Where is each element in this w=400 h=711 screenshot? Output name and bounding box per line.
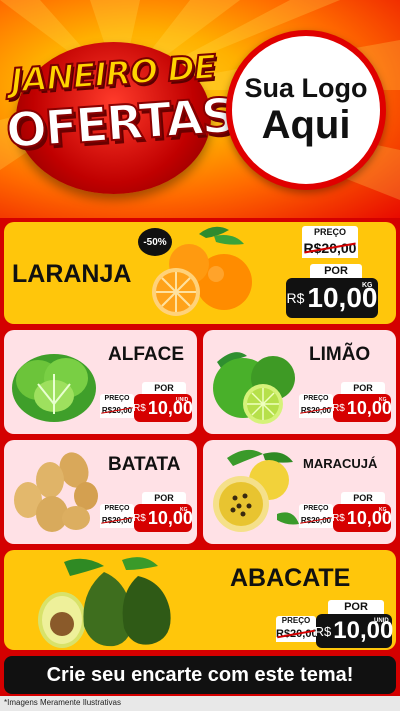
- preco-label: PREÇO: [276, 616, 316, 626]
- discount-badge: -50%: [138, 228, 172, 256]
- product-name: ALFACE: [108, 344, 184, 365]
- por-label: POR: [328, 600, 384, 614]
- product-card-limao[interactable]: LIMÃO PREÇO R$20,00 POR R$ 10,00 KG: [203, 330, 396, 434]
- currency: R$: [133, 512, 146, 524]
- preco-label: PREÇO: [299, 504, 333, 514]
- currency: R$: [332, 402, 345, 414]
- product-card-laranja[interactable]: LARANJA PREÇO R$20,00 POR R$ 10,00 KG: [4, 222, 396, 324]
- currency: R$: [332, 512, 345, 524]
- header-banner: JANEIRO DE OFERTAS Sua Logo Aqui: [0, 0, 400, 218]
- lime-image: [213, 352, 295, 424]
- lettuce-image: [12, 354, 96, 422]
- price-tag: PREÇO R$20,00 POR R$ 10,00 UNID: [100, 382, 194, 432]
- preco-label: PREÇO: [100, 504, 134, 514]
- product-name: ABACATE: [230, 564, 351, 592]
- potato-image: [14, 452, 98, 532]
- unit-label: KG: [379, 397, 387, 403]
- por-label: POR: [341, 382, 385, 394]
- unit-label: KG: [180, 507, 188, 513]
- logo-placeholder[interactable]: Sua Logo Aqui: [226, 30, 386, 190]
- price-tag: PREÇO R$20,00 POR R$ 10,00 KG: [280, 226, 392, 320]
- currency: R$: [133, 402, 146, 414]
- por-label: POR: [341, 492, 385, 504]
- title-badge: JANEIRO DE OFERTAS: [3, 36, 237, 196]
- logo-text-line2: Aqui: [261, 102, 351, 147]
- unit-label: UNID: [176, 397, 189, 403]
- preco-label: PREÇO: [302, 226, 358, 238]
- por-label: POR: [310, 264, 362, 278]
- product-card-alface[interactable]: ALFACE PREÇO R$20,00 POR R$ 10,00 UNID: [4, 330, 197, 434]
- product-name: BATATA: [108, 454, 181, 475]
- currency: R$: [286, 290, 305, 306]
- preco-label: PREÇO: [299, 394, 333, 404]
- product-name: LARANJA: [12, 260, 132, 288]
- unit-label: UNID: [374, 618, 389, 624]
- passion-fruit-image: [213, 449, 299, 532]
- currency: R$: [314, 623, 332, 639]
- por-label: POR: [142, 382, 186, 394]
- por-label: POR: [142, 492, 186, 504]
- logo-text-line1: Sua Logo: [244, 73, 368, 104]
- unit-label: KG: [362, 282, 373, 289]
- unit-label: KG: [379, 507, 387, 513]
- product-card-maracuja[interactable]: MARACUJÁ PREÇO R$20,00 POR R$ 10,00 KG: [203, 440, 396, 544]
- price-tag: PREÇO R$20,00 POR R$ 10,00 UNID: [274, 600, 394, 648]
- price-tag: PREÇO R$20,00 POR R$ 10,00 KG: [100, 492, 194, 542]
- price-tag: PREÇO R$20,00 POR R$ 10,00 KG: [299, 492, 393, 542]
- disclaimer-text: *Imagens Meramente Ilustrativas: [4, 698, 121, 707]
- cta-button[interactable]: Crie seu encarte com este tema!: [4, 656, 396, 694]
- product-card-batata[interactable]: BATATA PREÇO R$20,00 POR R$ 10,00 KG: [4, 440, 197, 544]
- avocado-image: [38, 557, 171, 648]
- preco-label: PREÇO: [100, 394, 134, 404]
- price-tag: PREÇO R$20,00 POR R$ 10,00 KG: [299, 382, 393, 432]
- product-card-abacate[interactable]: ABACATE PREÇO R$20,00 POR R$ 10,00 UNID: [4, 550, 396, 650]
- product-name: LIMÃO: [309, 344, 371, 365]
- product-name: MARACUJÁ: [303, 456, 378, 471]
